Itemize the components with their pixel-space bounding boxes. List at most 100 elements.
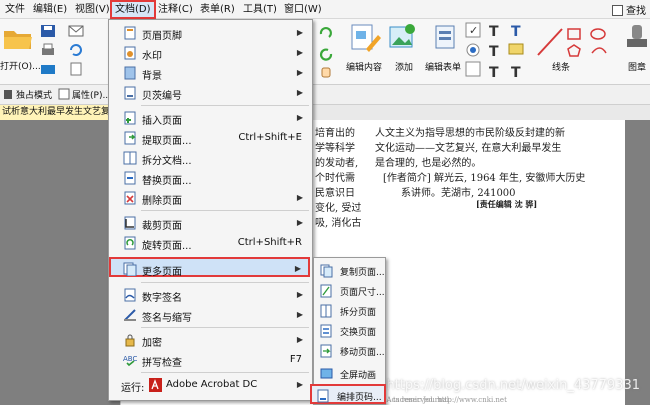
document-tab[interactable]: 试析意大利最早发生文艺复兴: [0, 105, 118, 120]
fullscreen-animation-icon: [320, 368, 333, 379]
doc-left-line: 学等科学: [315, 143, 355, 154]
hand-icon[interactable]: [318, 65, 334, 79]
page-icon[interactable]: [68, 62, 84, 76]
menu-item-extract-pages[interactable]: 提取页面... Ctrl+Shift+E: [111, 128, 310, 148]
menu-item-bates-numbering[interactable]: 贝茨编号 ▶: [111, 83, 310, 103]
menu-item-insert-pages[interactable]: 插入页面 ▶: [111, 108, 310, 128]
doc-right-line: 文化运动——文艺复兴, 在意大利最早发生: [375, 143, 562, 154]
digital-signature-icon: [124, 288, 136, 302]
menu-item-crop-pages[interactable]: 裁剪页面 ▶: [111, 213, 310, 233]
svg-text:T: T: [489, 24, 499, 40]
stamp-icon[interactable]: [624, 23, 650, 55]
menu-item-delete-pages[interactable]: 删除页面 ▶: [111, 188, 310, 208]
edit-content-label[interactable]: 编辑内容: [346, 60, 382, 73]
doc-left-line: 变化, 受过: [315, 203, 362, 214]
menu-document[interactable]: 文档(D): [110, 0, 156, 19]
submenu-item-fullscreen-animation[interactable]: 全屏动画: [315, 364, 385, 384]
arrange-page-numbers-icon: [317, 389, 329, 403]
menu-item-run[interactable]: 运行: Adobe Acrobat DC ▶: [111, 375, 310, 395]
submenu-item-swap-pages[interactable]: 交换页面: [315, 321, 385, 341]
menu-item-split-document[interactable]: 拆分文档...: [111, 148, 310, 168]
save-icon[interactable]: [40, 24, 56, 38]
menu-item-spell-check[interactable]: ABC 拼写检查 F7: [111, 350, 310, 370]
submenu-arrow-icon: ▶: [296, 218, 303, 227]
submenu-item-page-size[interactable]: 页面尺寸...: [315, 281, 385, 301]
menu-comment[interactable]: 注释(C): [155, 2, 196, 17]
undo-icon[interactable]: [68, 43, 84, 57]
menu-separator: [141, 105, 309, 106]
open-label[interactable]: 打开(O)...: [0, 59, 41, 72]
submenu-item-move-pages[interactable]: 移动页面...: [315, 341, 385, 361]
svg-text:T: T: [489, 65, 499, 81]
svg-text:✓: ✓: [469, 24, 478, 37]
sign-initials-icon: [124, 309, 136, 321]
menu-item-header-footer[interactable]: 页眉页脚 ▶: [111, 23, 310, 43]
menu-item-background[interactable]: 背景 ▶: [111, 63, 310, 83]
form-field-icons[interactable]: ✓ T T T T T: [465, 22, 535, 82]
submenu-arrow-icon: ▶: [296, 88, 303, 97]
menu-view[interactable]: 视图(V): [72, 2, 113, 17]
stamp-label[interactable]: 图章: [628, 60, 646, 73]
standalone-mode-button[interactable]: 独占模式: [16, 88, 52, 101]
menu-item-encrypt[interactable]: 加密 ▶: [111, 330, 310, 350]
menu-item-watermark[interactable]: 水印 ▶: [111, 43, 310, 63]
background-icon: [124, 66, 136, 80]
document-tabbar: 试析意大利最早发生文艺复兴: [0, 105, 650, 120]
edit-form-icon[interactable]: [430, 23, 462, 55]
print-icon[interactable]: [40, 43, 56, 57]
insert-pages-icon: [124, 111, 136, 125]
submenu-item-arrange-page-numbers[interactable]: 编排页码...: [310, 384, 386, 404]
menu-edit[interactable]: 编辑(E): [30, 2, 70, 17]
add-image-icon[interactable]: [388, 23, 418, 55]
edit-content-icon[interactable]: [348, 23, 382, 55]
doc-left-line: 培育出的: [315, 128, 355, 139]
line-label[interactable]: 线条: [552, 60, 570, 73]
doc-footer-right: ts reserved. http://www.cnki.net: [393, 396, 507, 404]
submenu-arrow-icon: ▶: [294, 264, 301, 273]
submenu-arrow-icon: ▶: [296, 380, 303, 389]
menu-item-replace-pages[interactable]: 替换页面...: [111, 168, 310, 188]
menu-window[interactable]: 窗口(W): [281, 2, 325, 17]
properties-button[interactable]: 属性(P)...: [72, 88, 111, 101]
submenu-arrow-icon: ▶: [296, 290, 303, 299]
split-pages-icon: [320, 304, 332, 318]
adobe-acrobat-icon: [149, 378, 162, 392]
rotate-icon[interactable]: [318, 46, 334, 62]
scan-icon[interactable]: [40, 62, 56, 76]
menu-tools[interactable]: 工具(T): [240, 2, 280, 17]
doc-left-line: 的发动者,: [315, 158, 359, 169]
extract-pages-icon: [124, 131, 136, 145]
edit-form-label[interactable]: 编辑表单: [425, 60, 461, 73]
add-label[interactable]: 添加: [395, 60, 413, 73]
delete-pages-icon: [124, 191, 136, 205]
menu-item-rotate-pages[interactable]: 旋转页面... Ctrl+Shift+R: [111, 233, 310, 253]
ribbon: 打开(O)... 编辑内容 添加 编辑表单 ✓ T T T T T 线条 图章: [0, 19, 650, 85]
doc-right-line: 人文主义为指导思想的市民阶级反封建的新: [375, 128, 565, 139]
shape-icons[interactable]: [536, 25, 620, 59]
more-pages-submenu: 复制页面... 页面尺寸... 拆分页面 交换页面 移动页面... 全屏动画 编…: [310, 257, 386, 405]
rotate-pages-icon: [124, 236, 136, 250]
submenu-arrow-icon: ▶: [296, 68, 303, 77]
menu-file[interactable]: 文件: [2, 2, 28, 17]
svg-text:ABC: ABC: [123, 355, 137, 363]
submenu-item-split-pages[interactable]: 拆分页面: [315, 301, 385, 321]
submenu-item-copy-pages[interactable]: 复制页面...: [315, 261, 385, 281]
doc-author-line: [作者简介] 解光云, 1964 年生, 安徽师大历史: [383, 173, 586, 184]
find-button[interactable]: 查找: [612, 2, 646, 17]
document-menu: 页眉页脚 ▶ 水印 ▶ 背景 ▶ 贝茨编号 ▶ 插入页面 ▶ 提取页面... C…: [108, 19, 313, 401]
menu-item-digital-signature[interactable]: 数字签名 ▶: [111, 285, 310, 305]
more-pages-icon: [123, 262, 137, 276]
menu-item-sign-initials[interactable]: 签名与缩写 ▶: [111, 305, 310, 325]
menu-form[interactable]: 表单(R): [197, 2, 238, 17]
menu-item-more-pages[interactable]: 更多页面 ▶: [109, 257, 310, 278]
move-pages-icon: [320, 344, 332, 358]
open-folder-icon[interactable]: [3, 27, 33, 51]
email-icon[interactable]: [68, 24, 84, 38]
submenu-arrow-icon: ▶: [296, 28, 303, 37]
crop-pages-icon: [124, 216, 136, 230]
standalone-mode-icon: [4, 90, 12, 99]
redo-icon[interactable]: [318, 25, 334, 41]
doc-editor-note: [责任编辑 沈 骅]: [476, 199, 538, 209]
spell-check-icon: ABC: [123, 355, 137, 367]
replace-pages-icon: [124, 171, 136, 185]
